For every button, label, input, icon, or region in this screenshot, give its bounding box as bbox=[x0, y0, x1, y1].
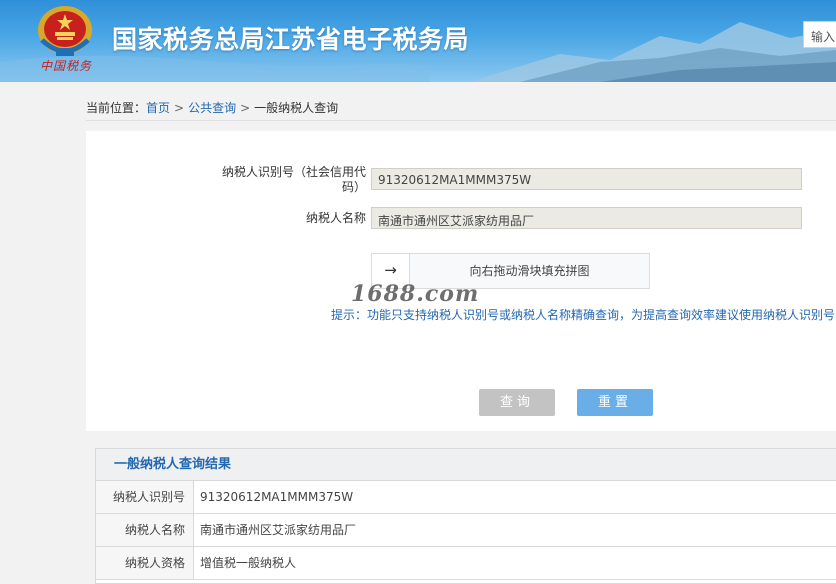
result-key: 纳税人名称 bbox=[96, 514, 194, 546]
result-key: 纳税人资格 bbox=[96, 547, 194, 579]
breadcrumb-home-link[interactable]: 首页 bbox=[146, 101, 170, 115]
result-key: 纳税人识别号 bbox=[96, 481, 194, 513]
breadcrumb-separator: > bbox=[174, 101, 185, 115]
reset-button[interactable]: 重置 bbox=[577, 389, 653, 416]
watermark-text: 1688.com bbox=[351, 281, 480, 307]
breadcrumb-prefix: 当前位置： bbox=[86, 101, 147, 115]
taxpayer-name-label: 纳税人名称 bbox=[305, 211, 366, 225]
results-table: 一般纳税人查询结果 纳税人识别号 91320612MA1MMM375W 纳税人名… bbox=[95, 448, 836, 584]
taxpayer-id-label: 纳税人识别号（社会信用代 码） bbox=[221, 165, 366, 194]
taxpayer-name-input[interactable]: 南通市通州区艾派家纺用品厂 bbox=[371, 207, 802, 229]
table-row: 纳税人名称 南通市通州区艾派家纺用品厂 bbox=[96, 514, 836, 547]
tip-label: 提示： bbox=[331, 308, 368, 322]
tip-text: 功能只支持纳税人识别号或纳税人名称精确查询，为提高查询效率建议使用纳税人识别号 bbox=[367, 308, 836, 322]
site-title: 国家税务总局江苏省电子税务局 bbox=[112, 25, 470, 54]
site-header: 中国税务 国家税务总局江苏省电子税务局 输入 bbox=[0, 0, 836, 82]
table-row: 纳税人识别号 91320612MA1MMM375W bbox=[96, 481, 836, 514]
header-signature: 中国税务 bbox=[40, 59, 93, 73]
breadcrumb-divider bbox=[86, 120, 836, 121]
header-search-input[interactable]: 输入 bbox=[803, 21, 836, 48]
result-value: 南通市通州区艾派家纺用品厂 bbox=[200, 523, 357, 537]
query-button[interactable]: 查询 bbox=[479, 389, 555, 416]
breadcrumb-separator: > bbox=[240, 101, 251, 115]
breadcrumb-public-query-link[interactable]: 公共查询 bbox=[188, 101, 236, 115]
breadcrumb: 当前位置：首页 > 公共查询 > 一般纳税人查询 bbox=[86, 99, 338, 116]
query-form-panel: 纳税人识别号（社会信用代 码） 91320612MA1MMM375W 纳税人名称… bbox=[86, 131, 836, 431]
result-value: 91320612MA1MMM375W bbox=[200, 490, 354, 504]
breadcrumb-current: 一般纳税人查询 bbox=[254, 101, 339, 115]
taxpayer-id-input[interactable]: 91320612MA1MMM375W bbox=[371, 168, 802, 190]
table-row: 纳税人资格 增值税一般纳税人 bbox=[96, 547, 836, 580]
query-tip: 提示：功能只支持纳税人识别号或纳税人名称精确查询，为提高查询效率建议使用纳税人识… bbox=[331, 306, 835, 323]
result-value: 增值税一般纳税人 bbox=[200, 556, 297, 570]
tax-emblem-icon bbox=[38, 6, 92, 56]
results-title: 一般纳税人查询结果 bbox=[96, 449, 836, 481]
